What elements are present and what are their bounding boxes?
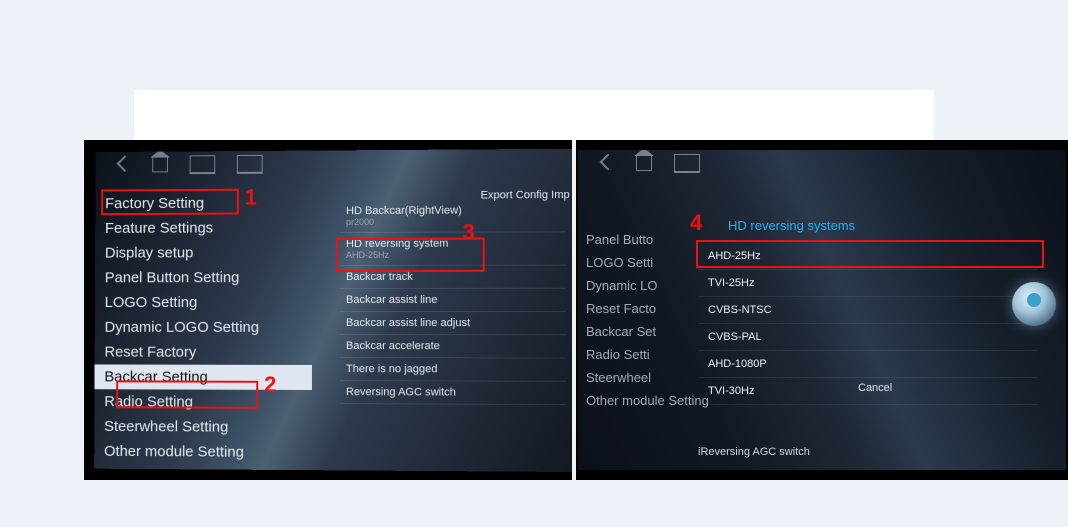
- bottom-feature-row: iReversing AGC switch: [698, 446, 810, 458]
- feature-backcar-assist-line-adjust[interactable]: Backcar assist line adjust: [340, 312, 566, 335]
- left-device-screen: Export Config Imp Factory Setting Featur…: [94, 149, 572, 472]
- dim-item: Reset Facto: [582, 297, 690, 320]
- callout-box-2: [116, 380, 258, 408]
- menu-dynamic-logo-setting[interactable]: Dynamic LOGO Setting: [95, 315, 312, 340]
- option-cvbs-ntsc[interactable]: CVBS-NTSC: [698, 297, 1038, 324]
- menu-other-module-setting[interactable]: Other module Setting: [94, 439, 312, 465]
- nav-back-icon[interactable]: [600, 154, 617, 171]
- dim-item: Backcar Set: [582, 320, 690, 343]
- feature-title: HD Backcar(RightView): [346, 204, 560, 217]
- white-band: [134, 90, 934, 140]
- dim-item: Steerwheel: [582, 366, 690, 389]
- settings-menu: Factory Setting Feature Settings Display…: [94, 190, 312, 465]
- nav-back-icon[interactable]: [117, 155, 134, 172]
- android-navbar: [95, 149, 572, 178]
- option-ahd-1080p[interactable]: AHD-1080P: [698, 351, 1038, 378]
- dim-item: Other module Setting: [582, 389, 690, 412]
- callout-number-1: 1: [245, 185, 257, 211]
- callout-box-1: [101, 189, 239, 215]
- menu-panel-button-setting[interactable]: Panel Button Setting: [95, 265, 312, 290]
- nav-recent-icon[interactable]: [674, 154, 700, 173]
- menu-feature-settings[interactable]: Feature Settings: [95, 215, 312, 241]
- dim-item: Dynamic LO: [582, 274, 690, 297]
- feature-sub: pr2000: [346, 216, 560, 227]
- option-cvbs-pal[interactable]: CVBS-PAL: [698, 324, 1038, 351]
- dim-item: Radio Setti: [582, 343, 690, 366]
- feature-no-jagged[interactable]: There is no jagged: [340, 358, 566, 382]
- menu-steerwheel-setting[interactable]: Steerwheel Setting: [94, 414, 312, 440]
- option-tvi-25hz[interactable]: TVI-25Hz: [698, 270, 1038, 297]
- right-photo-frame: Panel Butto LOGO Setti Dynamic LO Reset …: [576, 140, 1068, 480]
- nav-recent-icon[interactable]: [190, 155, 216, 174]
- menu-reset-factory[interactable]: Reset Factory: [95, 340, 312, 365]
- feature-backcar-accelerate[interactable]: Backcar accelerate: [340, 335, 566, 358]
- feature-title: Reversing AGC switch: [346, 386, 560, 399]
- feature-hd-backcar[interactable]: HD Backcar(RightView) pr2000: [340, 199, 566, 233]
- left-photo-frame: Export Config Imp Factory Setting Featur…: [84, 140, 572, 480]
- feature-title: Backcar assist line adjust: [346, 317, 560, 329]
- feature-backcar-assist-line[interactable]: Backcar assist line: [340, 289, 566, 312]
- callout-box-4: [696, 240, 1044, 268]
- feature-list: HD Backcar(RightView) pr2000 HD reversin…: [340, 199, 566, 405]
- callout-number-2: 2: [264, 372, 276, 398]
- android-navbar: [578, 150, 1066, 176]
- nav-home-icon[interactable]: [636, 155, 652, 171]
- dimmed-menu: Panel Butto LOGO Setti Dynamic LO Reset …: [582, 228, 690, 412]
- menu-logo-setting[interactable]: LOGO Setting: [95, 290, 312, 315]
- feature-title: Backcar track: [346, 271, 560, 283]
- right-device-screen: Panel Butto LOGO Setti Dynamic LO Reset …: [578, 150, 1066, 470]
- callout-number-3: 3: [462, 220, 474, 246]
- nav-home-icon[interactable]: [152, 157, 168, 173]
- dialog-cancel-button[interactable]: Cancel: [858, 382, 892, 394]
- bottom-item[interactable]: iReversing AGC switch: [698, 446, 810, 458]
- feature-title: Backcar accelerate: [346, 340, 560, 352]
- dim-item: Panel Butto: [582, 228, 690, 251]
- nav-extra-icon[interactable]: [237, 154, 263, 173]
- menu-display-setup[interactable]: Display setup: [95, 240, 312, 265]
- voice-orb-icon[interactable]: [1012, 282, 1056, 326]
- callout-number-4: 4: [690, 210, 702, 236]
- feature-title: Backcar assist line: [346, 294, 560, 306]
- dialog-title: HD reversing systems: [728, 218, 855, 233]
- feature-title: There is no jagged: [346, 363, 560, 376]
- feature-reversing-agc-switch[interactable]: Reversing AGC switch: [340, 381, 566, 405]
- dim-item: LOGO Setti: [582, 251, 690, 274]
